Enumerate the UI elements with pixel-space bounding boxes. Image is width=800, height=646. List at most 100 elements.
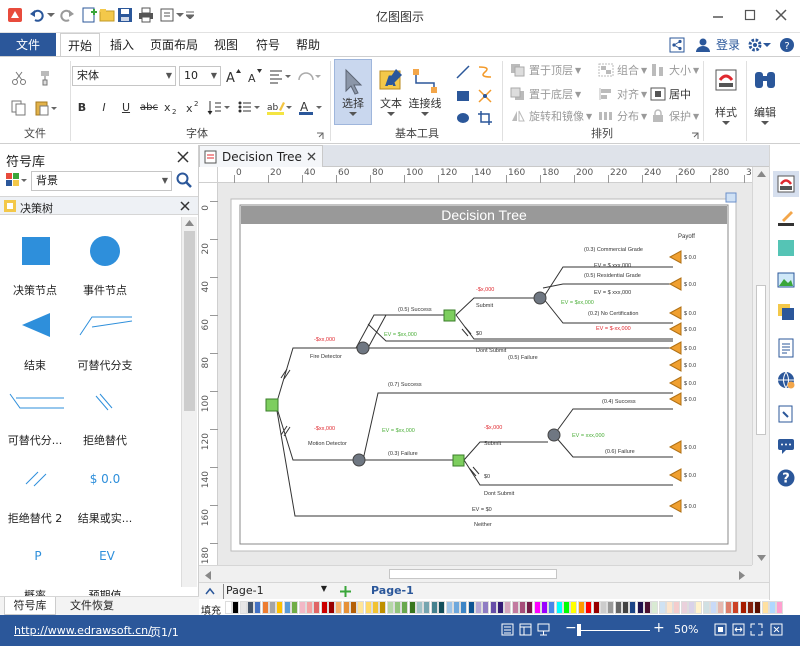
color-swatch[interactable] [629,601,637,614]
add-page-icon[interactable] [339,585,352,598]
fit-page-icon[interactable] [714,623,728,637]
page-collapse-icon[interactable] [205,587,215,596]
expected-value-shape[interactable]: EV [92,549,122,563]
tab-file-recovery[interactable]: 文件恢复 [62,597,122,615]
copy-icon[interactable] [10,99,28,117]
color-swatch[interactable] [768,601,776,614]
color-swatch[interactable] [496,601,504,614]
settings-dropdown-icon[interactable] [762,36,772,54]
bring-to-front-button[interactable]: 置于顶层 ▼ [510,61,590,79]
motion-chance-node[interactable] [352,453,366,467]
page-options-icon[interactable] [725,192,737,203]
tab-insert[interactable]: 插入 [104,33,140,56]
color-swatch[interactable] [555,601,563,614]
group-button[interactable]: 组合 ▼ [598,61,648,79]
color-swatch[interactable] [452,601,460,614]
color-swatch[interactable] [511,601,519,614]
color-swatch[interactable] [460,601,468,614]
dock-comment-icon[interactable] [775,435,797,457]
color-swatch[interactable] [467,601,475,614]
color-swatch[interactable] [445,601,453,614]
certification-chance-node[interactable] [533,291,547,305]
diagram-page[interactable]: Decision Tree Payoff $ 0.0$ 0.0$ 0.0$ 0.… [218,183,752,565]
color-swatch[interactable] [519,601,526,614]
horizontal-scrollbar[interactable] [199,565,752,582]
color-swatch[interactable] [732,601,740,614]
color-swatch[interactable] [724,601,732,614]
send-to-back-button[interactable]: 置于底层 ▼ [510,85,590,103]
color-swatch[interactable] [746,601,754,614]
format-painter-icon[interactable] [34,69,52,87]
color-swatch[interactable] [504,601,512,614]
paste-icon[interactable] [34,99,58,117]
login-link[interactable]: 登录 [712,33,744,56]
color-swatch[interactable] [702,601,710,614]
curve-text-icon[interactable] [296,67,322,85]
library-section-header[interactable]: 决策树 [0,196,198,215]
color-swatch[interactable] [563,601,571,614]
color-swatch[interactable] [276,601,284,614]
protect-button[interactable]: 保护 ▼ [650,107,700,125]
help-question-icon[interactable]: ? [778,36,796,54]
root-decision-node[interactable] [265,398,279,412]
color-swatch[interactable] [474,601,482,614]
color-swatch[interactable] [570,601,578,614]
alternate-branch-2-shape[interactable] [8,388,66,414]
shrink-font-icon[interactable]: A [246,67,264,85]
line-tool-icon[interactable] [454,63,472,81]
full-screen-icon[interactable] [750,623,764,637]
dock-layers-icon[interactable] [775,301,797,323]
color-swatch[interactable] [342,601,350,614]
color-swatch[interactable] [372,601,379,614]
align-button[interactable]: 对齐 ▼ [598,85,648,103]
point-tool-icon[interactable] [476,87,494,105]
color-swatch[interactable] [695,601,703,614]
color-swatch[interactable] [379,601,387,614]
tab-view[interactable]: 视图 [208,33,244,56]
rectangle-tool-icon[interactable] [454,87,472,105]
page-select[interactable]: Page-1 ▼ [223,584,331,599]
event-node-shape[interactable] [90,236,120,266]
color-swatch[interactable] [335,601,343,614]
page-view-icon[interactable] [501,623,515,637]
color-swatch[interactable] [776,601,784,614]
color-swatch[interactable] [651,601,659,614]
color-swatch[interactable] [688,601,696,614]
library-scrollbar[interactable] [181,217,197,587]
font-dialog-launcher-icon[interactable] [315,131,325,141]
color-swatch[interactable] [423,601,431,614]
highlight-color-icon[interactable]: ab [266,97,294,117]
connector-tool-button[interactable]: 连接线 [407,59,443,125]
color-swatch[interactable] [754,601,762,614]
dock-style-icon[interactable] [773,171,799,197]
dock-image-icon[interactable] [775,269,797,291]
color-swatch[interactable] [658,601,666,614]
color-swatch[interactable] [313,601,321,614]
color-swatch[interactable] [643,601,651,614]
color-swatch[interactable] [673,601,681,614]
close-section-icon[interactable] [180,201,190,211]
color-swatch[interactable] [357,601,365,614]
color-swatch[interactable] [761,601,769,614]
end-node-shape[interactable] [20,311,52,339]
library-category-icon[interactable] [5,172,29,190]
arrange-dialog-launcher-icon[interactable] [690,131,700,141]
font-name-select[interactable]: 宋体 ▼ [72,66,176,86]
website-link[interactable]: http://www.edrawsoft.cn/ [14,624,152,637]
color-swatch[interactable] [548,601,556,614]
zoom-slider[interactable] [580,630,650,631]
color-swatch[interactable] [526,601,534,614]
color-swatch[interactable] [416,601,424,614]
color-swatch[interactable] [592,601,600,614]
tab-help[interactable]: 帮助 [290,33,326,56]
text-direction-icon[interactable] [206,97,232,117]
zoom-out-button[interactable]: − [565,620,577,636]
color-swatch[interactable] [225,601,232,614]
library-category-select[interactable]: 背景 ▼ [31,171,172,191]
page-tab-active[interactable]: Page-1 [371,584,414,597]
color-swatch[interactable] [739,601,747,614]
color-swatch[interactable] [577,601,585,614]
dock-page-icon[interactable] [775,337,797,359]
curve-tool-icon[interactable] [476,63,494,81]
tab-page-layout[interactable]: 页面布局 [146,33,202,56]
